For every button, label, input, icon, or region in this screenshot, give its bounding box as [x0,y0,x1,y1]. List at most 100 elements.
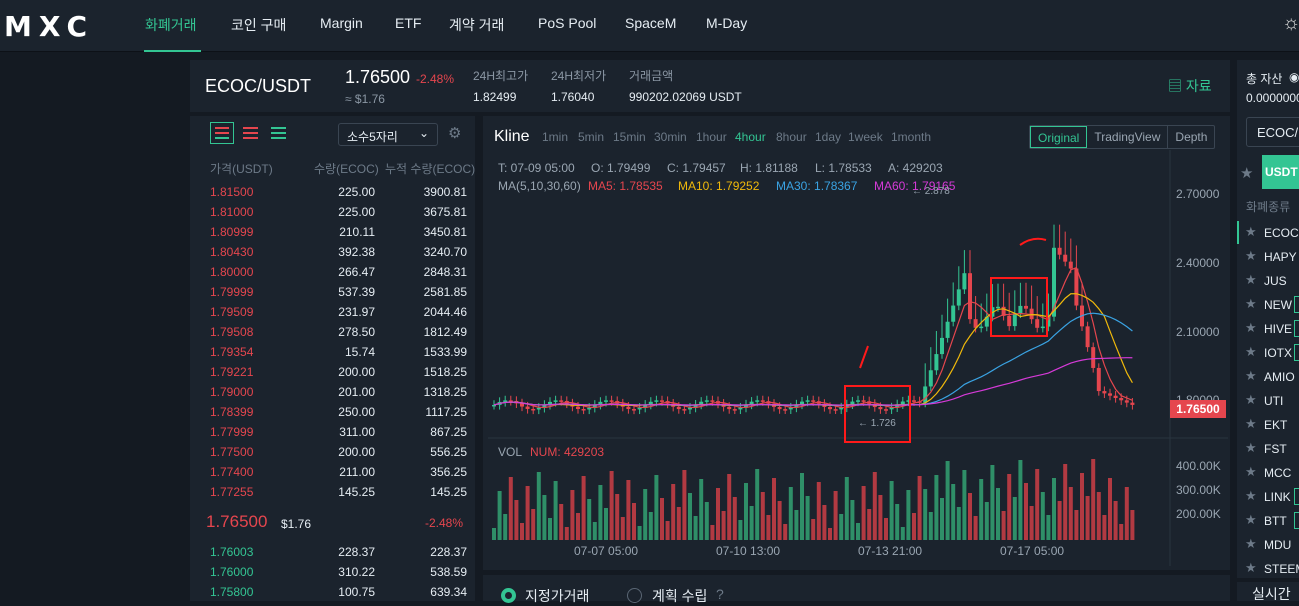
theme-sun-icon[interactable]: ☼ [1282,12,1299,35]
info-link[interactable]: ▤ 자료 [1168,76,1212,96]
coin-row-mcc[interactable]: ★ MCC [1236,461,1299,485]
interval-1day[interactable]: 1day [815,130,841,144]
ask-row[interactable]: 1.79508 278.50 1812.49 [190,322,475,342]
nav-etf[interactable]: ETF [395,15,421,31]
coin-row-fst[interactable]: ★ FST [1236,437,1299,461]
volume-bar [570,490,575,540]
star-icon[interactable]: ★ [1245,416,1257,432]
star-icon[interactable]: ★ [1245,320,1257,336]
star-icon[interactable]: ★ [1245,368,1257,384]
coin-row-btt[interactable]: ★ BTT [1236,509,1299,533]
kline-chart[interactable] [488,150,1228,566]
volume-bar [861,486,866,540]
coin-row-amio[interactable]: ★ AMIO [1236,365,1299,389]
candle-body [682,409,687,411]
interval-1week[interactable]: 1week [848,130,883,144]
star-icon[interactable]: ★ [1245,560,1257,576]
ask-row[interactable]: 1.78399 250.00 1117.25 [190,402,475,422]
gear-icon[interactable]: ⚙ [448,124,461,142]
coin-row-link[interactable]: ★ LINK [1236,485,1299,509]
star-icon[interactable]: ★ [1245,464,1257,480]
ask-row[interactable]: 1.79999 537.39 2581.85 [190,282,475,302]
ask-price: 1.79509 [210,305,254,319]
candle-body [531,408,536,411]
interval-8hour[interactable]: 8hour [776,130,807,144]
view-depth[interactable]: Depth [1168,126,1214,148]
star-icon[interactable]: ★ [1245,296,1257,312]
nav-spacem[interactable]: SpaceM [625,15,676,31]
bid-row[interactable]: 1.75800 100.75 639.34 [190,582,475,602]
candle-body [710,400,715,402]
limit-order-label[interactable]: 지정가거래 [525,586,589,606]
ask-row[interactable]: 1.77500 200.00 556.25 [190,442,475,462]
coin-row-steem[interactable]: ★ STEEM [1236,557,1299,581]
ask-row[interactable]: 1.79354 15.74 1533.99 [190,342,475,362]
orderbook-asks-button[interactable] [241,123,261,143]
coin-row-iotx[interactable]: ★ IOTX [1236,341,1299,365]
ask-row[interactable]: 1.79000 201.00 1318.25 [190,382,475,402]
coin-row-hive[interactable]: ★ HIVE [1236,317,1299,341]
star-icon[interactable]: ★ [1245,512,1257,528]
star-icon[interactable]: ★ [1245,344,1257,360]
interval-15min[interactable]: 15min [613,130,646,144]
coin-row-new[interactable]: ★ NEW [1236,293,1299,317]
ask-row[interactable]: 1.81000 225.00 3675.81 [190,202,475,222]
star-icon[interactable]: ★ [1245,392,1257,408]
ask-row[interactable]: 1.81500 225.00 3900.81 [190,182,475,202]
decimals-select[interactable]: 소수5자리 ⌄ [338,123,438,146]
view-tradingview[interactable]: TradingView [1087,126,1169,148]
interval-4hour[interactable]: 4hour [735,130,766,144]
volume-bar [648,512,653,540]
nav-buy-coin[interactable]: 코인 구매 [231,15,286,35]
ask-row[interactable]: 1.80999 210.11 3450.81 [190,222,475,242]
coin-row-ecoc[interactable]: ★ ECOC [1236,221,1299,245]
ask-total: 1533.99 [423,345,467,359]
orderbook-bids-button[interactable] [269,123,289,143]
nav-spot-trading[interactable]: 화폐거래 [145,15,197,35]
favorites-star-icon[interactable]: ★ [1240,164,1253,182]
interval-5min[interactable]: 5min [578,130,604,144]
star-icon[interactable]: ★ [1245,488,1257,504]
nav-margin[interactable]: Margin [320,15,363,31]
header-price: 가격(USDT) [210,162,273,176]
coin-row-jus[interactable]: ★ JUS [1236,269,1299,293]
help-icon[interactable]: ? [716,586,724,602]
ma5-line [493,266,1133,409]
interval-1month[interactable]: 1month [891,130,931,144]
ask-row[interactable]: 1.77999 311.00 867.25 [190,422,475,442]
star-icon[interactable]: ★ [1245,536,1257,552]
ask-row[interactable]: 1.80000 266.47 2848.31 [190,262,475,282]
coin-row-uti[interactable]: ★ UTI [1236,389,1299,413]
mxc-logo[interactable]: MXC [4,10,94,43]
interval-1hour[interactable]: 1hour [696,130,727,144]
interval-1min[interactable]: 1min [542,130,568,144]
total-assets-value: 0.0000000 [1246,91,1299,105]
ask-row[interactable]: 1.77400 211.00 356.25 [190,462,475,482]
coin-row-mdu[interactable]: ★ MDU [1236,533,1299,557]
bid-row[interactable]: 1.76000 310.22 538.59 [190,562,475,582]
volume-bar [508,477,513,540]
ask-row[interactable]: 1.79221 200.00 1518.25 [190,362,475,382]
ask-row[interactable]: 1.79509 231.97 2044.46 [190,302,475,322]
star-icon[interactable]: ★ [1245,272,1257,288]
nav-pos-pool[interactable]: PoS Pool [538,15,596,31]
star-icon[interactable]: ★ [1245,248,1257,264]
ask-row[interactable]: 1.77255 145.25 145.25 [190,482,475,502]
coin-name: HAPY [1264,250,1297,264]
coin-row-hapy[interactable]: ★ HAPY [1236,245,1299,269]
bid-row[interactable]: 1.76003 228.37 228.37 [190,542,475,562]
nav-mday[interactable]: M-Day [706,15,747,31]
star-icon[interactable]: ★ [1245,440,1257,456]
ask-row[interactable]: 1.80430 392.38 3240.70 [190,242,475,262]
pair-search-select[interactable]: ECOC/ [1246,117,1299,147]
plan-order-label[interactable]: 계획 수립 [652,586,707,606]
eye-icon[interactable]: ◉ [1289,70,1299,84]
interval-30min[interactable]: 30min [654,130,687,144]
view-original[interactable]: Original [1030,126,1088,148]
star-icon[interactable]: ★ [1245,224,1257,240]
orderbook-both-button[interactable] [210,122,234,144]
tab-usdt[interactable]: USDT [1262,155,1299,189]
nav-contract[interactable]: 계약 거래 [449,15,504,35]
ask-total: 3240.70 [423,245,467,259]
coin-row-ekt[interactable]: ★ EKT [1236,413,1299,437]
